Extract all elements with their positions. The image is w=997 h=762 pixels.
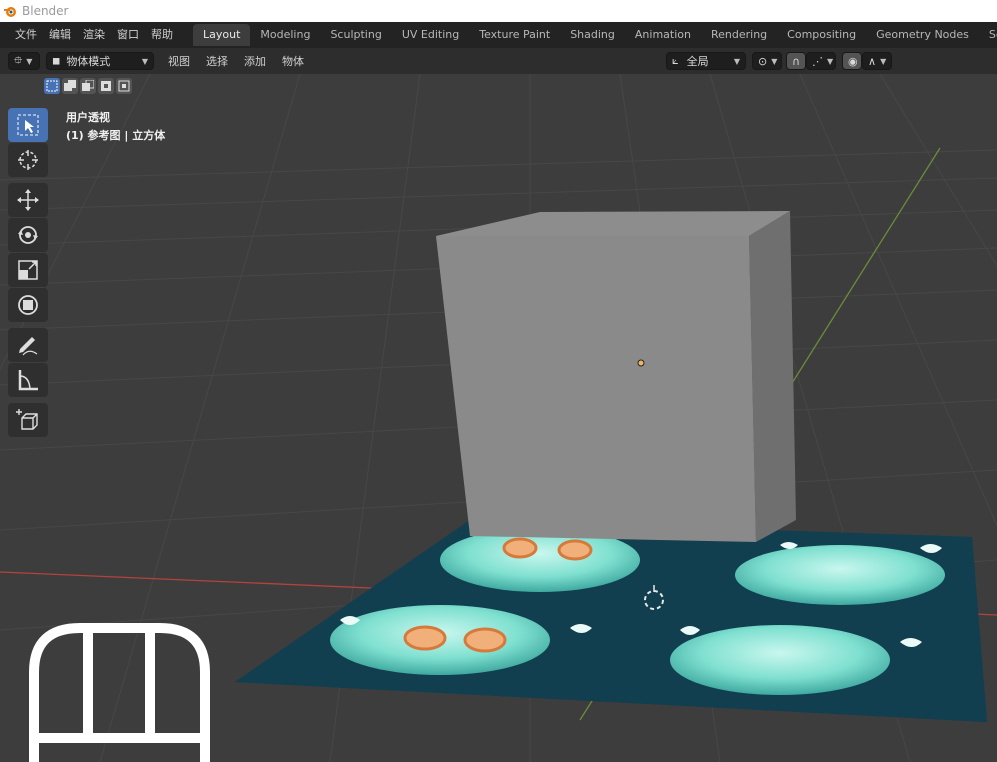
- menu-object[interactable]: 物体: [274, 53, 312, 69]
- snap-target-dropdown[interactable]: ⋰ ▼: [806, 52, 836, 70]
- snap-toggle[interactable]: ∩: [786, 52, 806, 70]
- cursor-icon: [18, 150, 38, 170]
- pivot-icon: ⊙: [758, 54, 768, 68]
- mode-label: 物体模式: [66, 55, 111, 68]
- viewport-info-overlay: 用户透视 (1) 参考图 | 立方体: [66, 109, 165, 145]
- tab-rendering[interactable]: Rendering: [701, 24, 777, 46]
- menu-select[interactable]: 选择: [198, 53, 236, 69]
- top-bar: 文件 编辑 渲染 窗口 帮助 Layout Modeling Sculpting…: [0, 22, 997, 48]
- tab-geometry-nodes[interactable]: Geometry Nodes: [866, 24, 979, 46]
- chevron-down-icon: ▼: [771, 56, 778, 66]
- scale-icon: [18, 260, 38, 280]
- window-title-bar: Blender: [0, 0, 997, 22]
- orientation-icon: ⟀: [672, 54, 679, 67]
- add-cube-tool[interactable]: [8, 403, 48, 437]
- falloff-dropdown[interactable]: ∧ ▼: [862, 52, 892, 70]
- transform-tool[interactable]: [8, 288, 48, 322]
- transform-orientation-label: 全局: [686, 55, 709, 68]
- transform-group: ⟀ 全局 ▼ ⊙ ▼ ∩ ⋰ ▼ ◉ ∧ ▼: [666, 52, 892, 70]
- select-invert-icon[interactable]: [98, 78, 114, 94]
- selection-mode-buttons: [44, 78, 132, 94]
- select-subtract-icon[interactable]: [80, 78, 96, 94]
- tab-modeling[interactable]: Modeling: [250, 24, 320, 46]
- menu-edit[interactable]: 编辑: [43, 24, 77, 46]
- move-icon: [17, 189, 39, 211]
- 3d-viewport[interactable]: [0, 74, 997, 762]
- magnet-icon: ∩: [792, 54, 801, 68]
- measure-tool[interactable]: [8, 363, 48, 397]
- scale-tool[interactable]: [8, 253, 48, 287]
- chevron-down-icon: ▼: [733, 56, 740, 66]
- select-new-icon[interactable]: [44, 78, 60, 94]
- annotate-tool[interactable]: [8, 328, 48, 362]
- select-extend-icon[interactable]: [62, 78, 78, 94]
- pivot-dropdown[interactable]: ⊙ ▼: [752, 52, 782, 70]
- tab-animation[interactable]: Animation: [625, 24, 701, 46]
- transform-orientation-dropdown[interactable]: ⟀ 全局 ▼: [666, 52, 746, 70]
- window-title: Blender: [22, 4, 69, 18]
- tab-texture-paint[interactable]: Texture Paint: [469, 24, 560, 46]
- falloff-curve-icon: ∧: [868, 54, 877, 68]
- tab-scripting[interactable]: Scripting: [979, 24, 997, 46]
- editor-type-icon: ⯐: [14, 53, 23, 67]
- reference-image-plane[interactable]: [230, 515, 990, 725]
- tab-sculpting[interactable]: Sculpting: [320, 24, 391, 46]
- editor-type-dropdown[interactable]: ⯐ ▼: [8, 52, 40, 70]
- blender-logo-icon: [4, 7, 16, 17]
- tab-uv-editing[interactable]: UV Editing: [392, 24, 469, 46]
- viewport-header: ⯐ ▼ ◼ 物体模式 ▼ 视图 选择 添加 物体 ⟀ 全局 ▼ ⊙ ▼ ∩ ⋰ ▼ ◉…: [0, 48, 997, 74]
- default-cube[interactable]: [436, 211, 796, 542]
- view-name: 用户透视: [66, 111, 110, 124]
- menu-help[interactable]: 帮助: [145, 24, 179, 46]
- select-box-icon: [17, 114, 39, 136]
- menu-view[interactable]: 视图: [160, 53, 198, 69]
- mode-dropdown[interactable]: ◼ 物体模式 ▼: [46, 52, 154, 70]
- tab-compositing[interactable]: Compositing: [777, 24, 866, 46]
- ruler-icon: [18, 370, 38, 391]
- pencil-icon: [19, 337, 38, 356]
- snap-increment-icon: ⋰: [812, 54, 823, 68]
- select-intersect-icon[interactable]: [116, 78, 132, 94]
- menu-add[interactable]: 添加: [236, 53, 274, 69]
- proportional-edit-icon: ◉: [848, 54, 858, 68]
- tab-shading[interactable]: Shading: [560, 24, 625, 46]
- menu-window[interactable]: 窗口: [111, 24, 145, 46]
- add-cube-icon: [16, 409, 38, 430]
- tab-layout[interactable]: Layout: [193, 24, 251, 46]
- object-info: (1) 参考图 | 立方体: [66, 129, 166, 142]
- select-box-tool[interactable]: [8, 108, 48, 142]
- cursor-tool[interactable]: [8, 143, 48, 177]
- object-mode-icon: ◼: [52, 55, 61, 67]
- chevron-down-icon: ▼: [26, 56, 33, 66]
- move-tool[interactable]: [8, 183, 48, 217]
- chevron-down-icon: ▼: [141, 56, 148, 66]
- chevron-down-icon: ▼: [880, 56, 887, 66]
- rotate-tool[interactable]: [8, 218, 48, 252]
- chevron-down-icon: ▼: [827, 56, 834, 66]
- workspace-tabs: Layout Modeling Sculpting UV Editing Tex…: [193, 24, 997, 46]
- transform-icon: [18, 295, 38, 315]
- menu-file[interactable]: 文件: [9, 24, 43, 46]
- menu-render[interactable]: 渲染: [77, 24, 111, 46]
- rotate-icon: [18, 226, 38, 244]
- proportional-edit-toggle[interactable]: ◉: [842, 52, 862, 70]
